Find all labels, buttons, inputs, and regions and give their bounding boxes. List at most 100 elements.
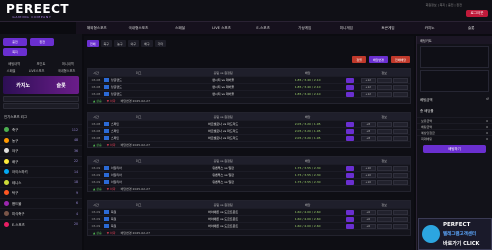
game-odds[interactable]: 2.05 / 3.20 / 1.95	[273, 136, 343, 140]
game-odds[interactable]: 2.05 / 3.20 / 1.95	[273, 122, 343, 126]
game-row[interactable]: 03-09 이탈리아 유벤투스 vs 밀란 1.75 / 3.55 / 2.30 +10	[88, 164, 410, 171]
odds-button[interactable]	[392, 121, 408, 127]
stats-icon[interactable]	[342, 128, 358, 134]
odds-button[interactable]	[392, 223, 408, 229]
odds-button[interactable]	[376, 135, 392, 141]
side-link[interactable]: 포인트	[37, 61, 46, 66]
odds-button[interactable]	[376, 91, 392, 97]
game-row[interactable]: 03-09 이탈리아 유벤투스 vs 밀란 1.75 / 3.55 / 2.30 +10	[88, 171, 410, 178]
tab-baseball[interactable]: 야구	[127, 40, 140, 47]
odds-button[interactable]	[392, 91, 408, 97]
stats-icon[interactable]	[342, 179, 358, 185]
odds-button[interactable]	[376, 84, 392, 90]
odds-button[interactable]: +8	[360, 128, 376, 134]
game-row[interactable]: 03-09 독일 바이에른 vs 도르트문트 1.60 / 4.00 / 2.60 +6	[88, 208, 410, 215]
sport-list-item[interactable]: 농구 48	[0, 134, 82, 146]
game-row[interactable]: 03-08 스페인 바르셀로나 vs 마드리드 2.05 / 3.20 / 1.95 +…	[88, 134, 410, 141]
game-row[interactable]: 03-08 잉글랜드 맨시티 vs 리버풀 1.85 / 3.40 / 2.10 +12	[88, 83, 410, 90]
nav-item[interactable]: E-스포츠	[242, 26, 284, 31]
game-row[interactable]: 03-09 이탈리아 유벤투스 vs 밀란 1.75 / 3.55 / 2.30 +10	[88, 178, 410, 185]
game-row[interactable]: 03-09 독일 바이에른 vs 도르트문트 1.60 / 4.00 / 2.60 +6	[88, 222, 410, 229]
game-odds[interactable]: 1.85 / 3.40 / 2.10	[273, 92, 343, 96]
odds-button[interactable]: +6	[360, 223, 376, 229]
casino-slot-banner[interactable]: 카지노 슬롯	[3, 76, 79, 94]
sport-list-item[interactable]: 핸드볼 6	[0, 197, 82, 209]
search-input-2[interactable]	[3, 103, 79, 109]
tab-basketball[interactable]: 농구	[114, 40, 126, 47]
stats-icon[interactable]	[342, 77, 358, 83]
odds-button[interactable]: +8	[360, 135, 376, 141]
stats-icon[interactable]	[342, 209, 358, 215]
odds-button[interactable]: +6	[360, 216, 376, 222]
place-bet-button[interactable]: 배팅하기	[423, 145, 486, 153]
odds-button[interactable]	[376, 209, 392, 215]
odds-button[interactable]	[392, 216, 408, 222]
odds-button[interactable]: +12	[360, 77, 376, 83]
odds-button[interactable]	[392, 135, 408, 141]
odds-button[interactable]	[376, 172, 392, 178]
game-odds[interactable]: 1.85 / 3.40 / 2.10	[273, 85, 343, 89]
nav-item[interactable]: 슬롯	[450, 26, 492, 31]
odds-button[interactable]: +10	[360, 165, 376, 171]
nav-item[interactable]: 해외형스포츠	[76, 26, 118, 31]
odds-button[interactable]: +8	[360, 121, 376, 127]
game-odds[interactable]: 1.75 / 3.55 / 2.30	[273, 166, 343, 170]
sport-list-item[interactable]: 미식축구 4	[0, 208, 82, 219]
stats-icon[interactable]	[342, 216, 358, 222]
tab-volleyball[interactable]: 배구	[141, 40, 153, 47]
odds-button[interactable]	[392, 179, 408, 185]
sport-list-item[interactable]: E-스포츠 20	[0, 218, 82, 230]
game-row[interactable]: 03-08 잉글랜드 맨시티 vs 리버풀 1.85 / 3.40 / 2.10 +12	[88, 76, 410, 83]
game-odds[interactable]: 1.85 / 3.40 / 2.10	[273, 78, 343, 82]
game-odds[interactable]: 1.60 / 4.00 / 2.60	[273, 210, 343, 214]
sport-list-item[interactable]: 아이스하키 14	[0, 166, 82, 177]
side-link[interactable]: 배팅내역	[8, 61, 20, 66]
odds-button[interactable]: +12	[360, 84, 376, 90]
game-odds[interactable]: 1.60 / 4.00 / 2.60	[273, 224, 343, 228]
game-row[interactable]: 03-09 독일 바이에른 vs 도르트문트 1.60 / 4.00 / 2.60 +6	[88, 215, 410, 222]
tab-etc[interactable]: 기타	[154, 40, 167, 47]
odds-button[interactable]: +10	[360, 179, 376, 185]
nav-item[interactable]: 카지노	[409, 26, 451, 31]
tab-all[interactable]: 전체	[87, 40, 99, 47]
nav-item[interactable]: LIVE 스포츠	[201, 26, 243, 31]
utility-links[interactable]: 회원정보 | 쪽지 | 충전 | 환전	[426, 3, 462, 7]
deposit-button[interactable]: 충전	[3, 38, 27, 46]
odds-button[interactable]	[392, 77, 408, 83]
odds-button[interactable]	[376, 128, 392, 134]
side-link[interactable]: 스페셜	[7, 68, 16, 73]
sport-list-item[interactable]: 축구 112	[0, 124, 82, 135]
stats-icon[interactable]	[342, 91, 358, 97]
odds-button[interactable]	[392, 84, 408, 90]
stats-icon[interactable]	[342, 135, 358, 141]
odds-button[interactable]: +12	[360, 91, 376, 97]
logout-button[interactable]: 로그아웃	[466, 10, 488, 17]
stats-icon[interactable]	[342, 165, 358, 171]
side-link[interactable]: 머니내역	[62, 61, 74, 66]
odds-button[interactable]	[376, 121, 392, 127]
nav-item[interactable]: 국내형스포츠	[118, 26, 160, 31]
odds-button[interactable]: +10	[360, 172, 376, 178]
odds-button[interactable]	[376, 179, 392, 185]
stats-icon[interactable]	[342, 121, 358, 127]
odds-button[interactable]	[376, 165, 392, 171]
sport-list-item[interactable]: 탁구 9	[0, 187, 82, 198]
game-odds[interactable]: 1.60 / 4.00 / 2.60	[273, 217, 343, 221]
odds-button[interactable]	[392, 128, 408, 134]
search-input[interactable]	[3, 96, 79, 102]
all-odds-button[interactable]: 전체배당	[390, 56, 410, 63]
odds-button[interactable]: +6	[360, 209, 376, 215]
telegram-promo[interactable]: PERFECT 텔레그램고객센터 바로가기 CLICK	[418, 218, 492, 250]
nav-item[interactable]: 스페셜	[159, 26, 201, 31]
stats-icon[interactable]	[342, 223, 358, 229]
stats-icon[interactable]	[342, 84, 358, 90]
withdraw-button[interactable]: 환전	[30, 38, 55, 46]
odds-button[interactable]	[376, 216, 392, 222]
nav-item[interactable]: 가상게임	[284, 26, 326, 31]
game-row[interactable]: 03-08 스페인 바르셀로나 vs 마드리드 2.05 / 3.20 / 1.95 +…	[88, 127, 410, 134]
side-link[interactable]: 국내형스포츠	[58, 68, 76, 73]
sort-button[interactable]: 정렬	[352, 56, 366, 63]
game-odds[interactable]: 1.75 / 3.55 / 2.30	[273, 173, 343, 177]
odds-button[interactable]	[392, 165, 408, 171]
odds-button[interactable]	[392, 209, 408, 215]
